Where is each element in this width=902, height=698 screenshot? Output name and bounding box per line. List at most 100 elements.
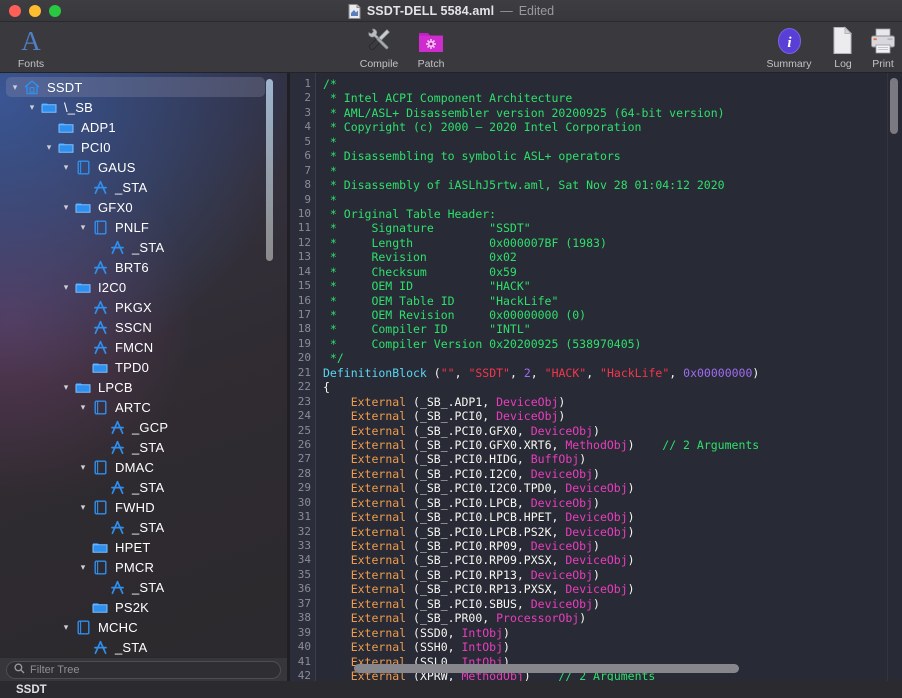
tree-item-gcp[interactable]: ▾_GCP [0,417,287,437]
code-text[interactable]: * [316,193,337,207]
tree-item-pci0[interactable]: ▾ PCI0 [0,137,287,157]
code-text[interactable]: External (_SB_.PCI0.GFX0, DeviceObj) [316,424,600,438]
tree-item-sb[interactable]: ▾ \_SB [0,97,287,117]
code-line[interactable]: 28 External (_SB_.PCI0.I2C0, DeviceObj) [290,467,902,481]
code-text[interactable]: * Compiler ID "INTL" [316,322,531,336]
code-line[interactable]: 33 External (_SB_.PCI0.RP09, DeviceObj) [290,539,902,553]
tree-item-pmcr[interactable]: ▾ PMCR [0,557,287,577]
code-line[interactable]: 14 * Checksum 0x59 [290,265,902,279]
code-text[interactable]: External (_SB_.PCI0.I2C0, DeviceObj) [316,467,600,481]
tree-item-artc[interactable]: ▾ ARTC [0,397,287,417]
code-line[interactable]: 29 External (_SB_.PCI0.I2C0.TPD0, Device… [290,481,902,495]
editor-horizontal-scrollbar-track[interactable] [318,659,886,681]
chevron-down-icon[interactable]: ▾ [59,622,73,633]
code-text[interactable]: External (_SB_.PCI0.RP13, DeviceObj) [316,568,600,582]
code-text[interactable]: External (_SB_.PCI0.I2C0.TPD0, DeviceObj… [316,481,635,495]
tree-item-ssdt[interactable]: ▾ SSDT [0,77,287,97]
chevron-down-icon[interactable]: ▾ [25,102,39,113]
code-line[interactable]: 4 * Copyright (c) 2000 – 2020 Intel Corp… [290,120,902,134]
code-line[interactable]: 24 External (_SB_.PCI0, DeviceObj) [290,409,902,423]
code-text[interactable]: * Checksum 0x59 [316,265,517,279]
code-text[interactable]: /* [316,77,337,91]
tree-item-sscn[interactable]: ▾SSCN [0,317,287,337]
chevron-down-icon[interactable]: ▾ [59,162,73,173]
code-line[interactable]: 16 * OEM Table ID "HackLife" [290,294,902,308]
code-text[interactable]: External (_SB_.PCI0.GFX0.XRT6, MethodObj… [316,438,760,452]
tree-item-brt6[interactable]: ▾BRT6 [0,257,287,277]
code-line[interactable]: 34 External (_SB_.PCI0.RP09.PXSX, Device… [290,553,902,567]
code-line[interactable]: 23 External (_SB_.ADP1, DeviceObj) [290,395,902,409]
code-line[interactable]: 26 External (_SB_.PCI0.GFX0.XRT6, Method… [290,438,902,452]
code-line[interactable]: 32 External (_SB_.PCI0.LPCB.PS2K, Device… [290,525,902,539]
code-text[interactable]: */ [316,351,344,365]
code-text[interactable]: * Length 0x000007BF (1983) [316,236,607,250]
code-text[interactable]: External (_SB_.PR00, ProcessorObj) [316,611,586,625]
code-text[interactable]: * Disassembly of iASLhJ5rtw.aml, Sat Nov… [316,178,725,192]
tree-item-sta[interactable]: ▾_STA [0,517,287,537]
code-text[interactable]: External (_SB_.PCI0.RP13.PXSX, DeviceObj… [316,582,635,596]
tree-item-gfx0[interactable]: ▾ GFX0 [0,197,287,217]
acpi-tree[interactable]: ▾SSDT▾\_SB▾ADP1▾PCI0▾GAUS ▾_STA ▾GFX0▾PNLF… [0,73,287,657]
code-text[interactable]: External (_SB_.PCI0, DeviceObj) [316,409,566,423]
code-text[interactable]: External (_SB_.PCI0.LPCB.PS2K, DeviceObj… [316,525,635,539]
tree-item-sta[interactable]: ▾_STA [0,237,287,257]
tree-item-mchc[interactable]: ▾ MCHC [0,617,287,637]
code-text[interactable]: External (_SB_.PCI0.RP09, DeviceObj) [316,539,600,553]
code-text[interactable]: * Signature "SSDT" [316,221,531,235]
editor-horizontal-scrollbar-thumb[interactable] [354,664,739,673]
code-text[interactable]: * OEM ID "HACK" [316,279,531,293]
tree-item-pkgx[interactable]: ▾PKGX [0,297,287,317]
tree-item-adp1[interactable]: ▾ADP1 [0,117,287,137]
code-line[interactable]: 25 External (_SB_.PCI0.GFX0, DeviceObj) [290,424,902,438]
fonts-button[interactable]: A Fonts [0,25,62,70]
code-line[interactable]: 2 * Intel ACPI Component Architecture [290,91,902,105]
code-line[interactable]: 21 DefinitionBlock ("", "SSDT", 2, "HACK"… [290,366,902,380]
code-line[interactable]: 35 External (_SB_.PCI0.RP13, DeviceObj) [290,568,902,582]
chevron-down-icon[interactable]: ▾ [76,402,90,413]
code-text[interactable]: * Original Table Header: [316,207,496,221]
chevron-down-icon[interactable]: ▾ [59,202,73,213]
editor-vertical-scrollbar-track[interactable] [887,73,902,681]
code-text[interactable]: * Intel ACPI Component Architecture [316,91,572,105]
tree-item-sta[interactable]: ▾_STA [0,577,287,597]
sidebar-scrollbar-thumb[interactable] [266,79,273,261]
chevron-down-icon[interactable]: ▾ [76,222,90,233]
code-text[interactable]: External (SSH0, IntObj) [316,640,510,654]
code-line[interactable]: 19 * Compiler Version 0x20200925 (538970… [290,337,902,351]
filter-tree-input[interactable]: Filter Tree [6,660,281,679]
print-button[interactable]: Print [852,25,902,70]
maximize-button[interactable] [49,4,61,17]
tree-item-sta[interactable]: ▾_STA [0,477,287,497]
code-line[interactable]: 6 * Disassembling to symbolic ASL+ opera… [290,149,902,163]
code-line[interactable]: 40 External (SSH0, IntObj) [290,640,902,654]
code-line[interactable]: 9 * [290,193,902,207]
editor-vertical-scrollbar-thumb[interactable] [890,78,898,134]
code-text[interactable]: { [316,380,330,394]
code-line[interactable]: 36 External (_SB_.PCI0.RP13.PXSX, Device… [290,582,902,596]
code-text[interactable]: * OEM Table ID "HackLife" [316,294,558,308]
code-line[interactable]: 37 External (_SB_.PCI0.SBUS, DeviceObj) [290,597,902,611]
code-text[interactable]: External (SSD0, IntObj) [316,626,510,640]
tree-item-pnlf[interactable]: ▾ PNLF [0,217,287,237]
tree-item-fwhd[interactable]: ▾ FWHD [0,497,287,517]
code-text[interactable]: External (_SB_.PCI0.LPCB.HPET, DeviceObj… [316,510,635,524]
code-text[interactable]: * [316,164,337,178]
code-line[interactable]: 1 /* [290,77,902,91]
code-text[interactable]: DefinitionBlock ("", "SSDT", 2, "HACK", … [316,366,759,380]
code-line[interactable]: 17 * OEM Revision 0x00000000 (0) [290,308,902,322]
code-line[interactable]: 30 External (_SB_.PCI0.LPCB, DeviceObj) [290,496,902,510]
tree-item-i2c0[interactable]: ▾ I2C0 [0,277,287,297]
chevron-down-icon[interactable]: ▾ [42,142,56,153]
tree-item-sta[interactable]: ▾_STA [0,637,287,657]
code-line[interactable]: 22 { [290,380,902,394]
tree-item-gaus[interactable]: ▾ GAUS [0,157,287,177]
code-editor[interactable]: 1/* 2 * Intel ACPI Component Architecture… [290,73,902,681]
code-text[interactable]: External (_SB_.PCI0.RP09.PXSX, DeviceObj… [316,553,635,567]
code-line[interactable]: 3 * AML/ASL+ Disassembler version 202009… [290,106,902,120]
code-line[interactable]: 8 * Disassembly of iASLhJ5rtw.aml, Sat N… [290,178,902,192]
code-line[interactable]: 11 * Signature "SSDT" [290,221,902,235]
code-text[interactable]: * Compiler Version 0x20200925 (538970405… [316,337,642,351]
code-line[interactable]: 20 */ [290,351,902,365]
chevron-down-icon[interactable]: ▾ [59,282,73,293]
code-line[interactable]: 38 External (_SB_.PR00, ProcessorObj) [290,611,902,625]
